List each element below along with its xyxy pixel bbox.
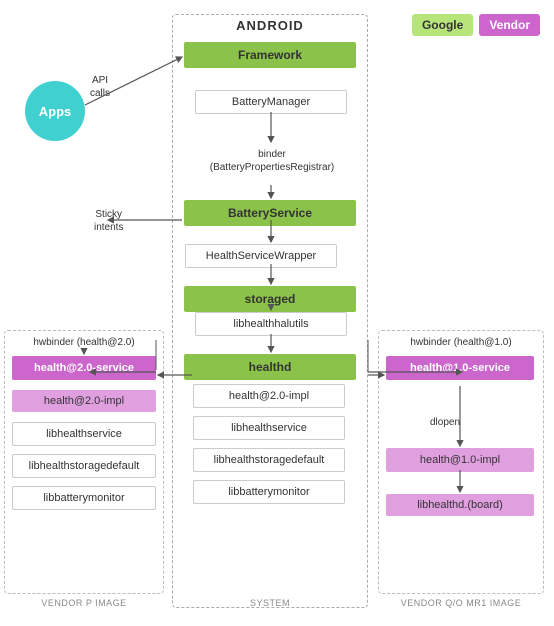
health20-service-vp-box: health@2.0-service bbox=[12, 356, 156, 380]
android-title: ANDROID bbox=[172, 18, 368, 33]
health10-impl-vo-box: health@1.0-impl bbox=[386, 448, 534, 472]
battery-service-box: BatteryService bbox=[184, 200, 356, 226]
libhealthservice-vp-box: libhealthservice bbox=[12, 422, 156, 446]
libbatterymonitor-sys-box: libbatterymonitor bbox=[193, 480, 345, 504]
health20-impl-vp-box: health@2.0-impl bbox=[12, 390, 156, 412]
libbatterymonitor-vp-box: libbatterymonitor bbox=[12, 486, 156, 510]
dlopen-label: dlopen bbox=[430, 416, 460, 429]
libhealthservice-sys-box: libhealthservice bbox=[193, 416, 345, 440]
battery-manager-box: BatteryManager bbox=[195, 90, 347, 114]
legend: Google Vendor bbox=[412, 14, 540, 36]
legend-google: Google bbox=[412, 14, 473, 36]
health20-impl-sys-box: health@2.0-impl bbox=[193, 384, 345, 408]
libhealthhalutils-box: libhealthhalutils bbox=[195, 312, 347, 336]
diagram-container: Google Vendor ANDROID VENDOR P IMAGE SYS… bbox=[0, 0, 554, 626]
healthd-box: healthd bbox=[184, 354, 356, 380]
system-label: SYSTEM bbox=[172, 598, 368, 608]
framework-box: Framework bbox=[184, 42, 356, 68]
legend-vendor: Vendor bbox=[479, 14, 540, 36]
api-calls-label: API calls bbox=[90, 74, 110, 100]
libhealthd-board-box: libhealthd.(board) bbox=[386, 494, 534, 516]
libhealthstoragedefault-vp-box: libhealthstoragedefault bbox=[12, 454, 156, 478]
storaged-box: storaged bbox=[184, 286, 356, 312]
hwbinder-20-left-label: hwbinder (health@2.0) bbox=[4, 336, 164, 349]
binder-label: binder (BatteryPropertiesRegistrar) bbox=[188, 148, 356, 174]
libhealthstoragedefault-sys-box: libhealthstoragedefault bbox=[193, 448, 345, 472]
apps-circle: Apps bbox=[25, 81, 85, 141]
vendor-p-label: VENDOR P IMAGE bbox=[4, 598, 164, 608]
sticky-intents-label: Sticky intents bbox=[94, 208, 123, 234]
health-service-wrapper-box: HealthServiceWrapper bbox=[185, 244, 337, 268]
vendor-qo-label: VENDOR Q/O MR1 IMAGE bbox=[378, 598, 544, 608]
hwbinder-10-right-label: hwbinder (health@1.0) bbox=[378, 336, 544, 349]
health10-service-vo-box: health@1.0-service bbox=[386, 356, 534, 380]
